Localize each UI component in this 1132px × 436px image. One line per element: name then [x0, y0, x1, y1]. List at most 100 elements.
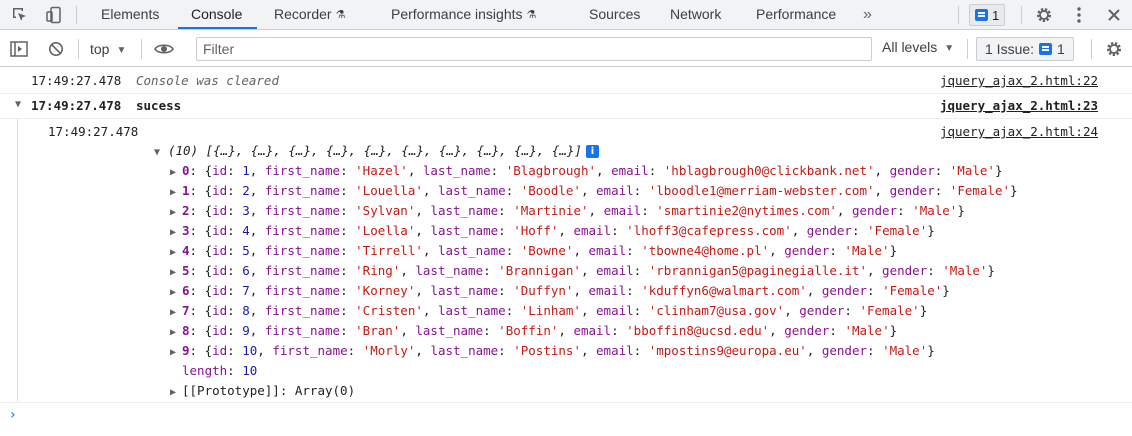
- key-gender: gender: [851, 203, 898, 218]
- value-gender: 'Male': [882, 343, 928, 358]
- key-last-name: last_name: [430, 343, 499, 358]
- list-item[interactable]: ▶ 8: {id: 9, first_name: 'Bran', last_nam…: [170, 323, 897, 338]
- value-id: 9: [242, 323, 250, 338]
- list-item[interactable]: ▶ 1: {id: 2, first_name: 'Louella', last_…: [170, 183, 1018, 198]
- tab-performance[interactable]: Performance: [756, 0, 836, 30]
- value-first-name: 'Tirrell': [355, 243, 423, 258]
- key-email: email: [596, 303, 634, 318]
- value-email: 'lboodle1@merriam-webster.com': [648, 183, 875, 198]
- eye-icon[interactable]: [153, 38, 175, 60]
- source-link[interactable]: jquery_ajax_2.html:23: [940, 98, 1098, 113]
- tab-recorder-label: Recorder: [274, 6, 332, 22]
- value-email: 'rbrannigan5@paginegialle.it': [648, 263, 867, 278]
- tabbar-divider: [76, 6, 77, 24]
- tab-recorder[interactable]: Recorder ⚗: [274, 0, 345, 30]
- key-first-name: first_name: [264, 183, 341, 198]
- tab-network[interactable]: Network: [670, 0, 721, 30]
- expand-triangle-icon: ▶: [170, 287, 177, 298]
- tab-sources[interactable]: Sources: [589, 0, 640, 30]
- tab-performance-insights[interactable]: Performance insights ⚗: [391, 0, 536, 30]
- clear-console-icon[interactable]: [45, 38, 67, 60]
- value-first-name: 'Korney': [355, 283, 416, 298]
- list-item[interactable]: ▶ 5: {id: 6, first_name: 'Ring', last_nam…: [170, 263, 995, 278]
- key-id: id: [212, 263, 228, 278]
- source-link[interactable]: jquery_ajax_2.html:22: [940, 73, 1098, 88]
- entry-index: 0: [182, 163, 190, 178]
- key-first-name: first_name: [264, 243, 341, 258]
- filter-input[interactable]: Filter: [196, 37, 872, 61]
- value-last-name: 'Brannigan': [498, 263, 581, 278]
- list-item[interactable]: ▶ 7: {id: 8, first_name: 'Cristen', last_…: [170, 303, 927, 318]
- array-prototype[interactable]: ▶ [[Prototype]]: Array(0): [170, 383, 355, 398]
- sidebar-toggle-icon[interactable]: [8, 38, 30, 60]
- expand-triangle-icon[interactable]: ▼: [15, 99, 29, 110]
- value-gender: 'Male': [942, 263, 988, 278]
- context-selector[interactable]: top ▼: [90, 39, 126, 59]
- list-item[interactable]: ▶ 2: {id: 3, first_name: 'Sylvan', last_n…: [170, 203, 965, 218]
- console-prompt-icon[interactable]: ›: [10, 407, 16, 423]
- log-levels-dropdown[interactable]: All levels ▼: [882, 39, 954, 55]
- value-last-name: 'Linham': [520, 303, 581, 318]
- tabbar-divider: [958, 6, 959, 24]
- value-gender: 'Female': [867, 223, 928, 238]
- entry-index: 1: [182, 183, 190, 198]
- issues-counter-button[interactable]: 1: [969, 4, 1006, 26]
- key-email: email: [596, 343, 634, 358]
- tab-performance-insights-label: Performance insights: [391, 6, 523, 22]
- list-item[interactable]: ▶ 0: {id: 1, first_name: 'Hazel', last_na…: [170, 163, 1002, 178]
- value-id: 3: [242, 203, 250, 218]
- array-summary[interactable]: ▼ (10) [{…}, {…}, {…}, {…}, {…}, {…}, {…}…: [154, 143, 599, 158]
- key-first-name: first_name: [264, 263, 341, 278]
- list-item[interactable]: ▶ 9: {id: 10, first_name: 'Morly', last_n…: [170, 343, 935, 358]
- value-first-name: 'Bran': [355, 323, 401, 338]
- value-first-name: 'Cristen': [355, 303, 423, 318]
- gear-icon[interactable]: [1033, 4, 1055, 26]
- value-gender: 'Female': [882, 283, 943, 298]
- key-gender: gender: [799, 303, 845, 318]
- key-gender: gender: [821, 343, 867, 358]
- key-email: email: [611, 163, 649, 178]
- tab-console[interactable]: Console: [191, 0, 242, 30]
- kebab-menu-icon[interactable]: [1068, 4, 1090, 26]
- expand-triangle-icon: ▶: [170, 327, 177, 338]
- gear-icon[interactable]: [1103, 38, 1125, 60]
- close-icon[interactable]: [1103, 4, 1125, 26]
- entry-index: 6: [182, 283, 190, 298]
- device-toolbar-icon[interactable]: [43, 4, 65, 26]
- tabbar-divider: [1021, 6, 1022, 24]
- key-last-name: last_name: [430, 203, 499, 218]
- key-last-name: last_name: [437, 243, 506, 258]
- toolbar-divider: [141, 39, 142, 59]
- key-email: email: [573, 323, 612, 338]
- list-item[interactable]: ▶ 4: {id: 5, first_name: 'Tirrell', last_…: [170, 243, 897, 258]
- expand-triangle-icon: ▶: [170, 207, 177, 218]
- source-link[interactable]: jquery_ajax_2.html:24: [940, 124, 1098, 139]
- value-email: 'lhoff3@cafepress.com': [626, 223, 792, 238]
- info-icon[interactable]: i: [585, 145, 599, 158]
- value-last-name: 'Blagbrough': [505, 163, 597, 178]
- issues-button[interactable]: 1 Issue: 1: [976, 37, 1074, 61]
- expand-triangle-icon: ▶: [170, 187, 177, 198]
- list-item[interactable]: ▶ 3: {id: 4, first_name: 'Loella', last_n…: [170, 223, 935, 238]
- tab-elements[interactable]: Elements: [101, 0, 159, 30]
- value-email: 'mpostins9@europa.eu': [648, 343, 807, 358]
- key-first-name: first_name: [264, 223, 341, 238]
- inspect-element-icon[interactable]: [9, 4, 31, 26]
- list-item[interactable]: ▶ 6: {id: 7, first_name: 'Korney', last_n…: [170, 283, 950, 298]
- value-email: 'smartinie2@nytimes.com': [656, 203, 837, 218]
- key-gender: gender: [784, 243, 830, 258]
- issues-counter-value: 1: [992, 7, 1000, 23]
- more-tabs-button[interactable]: »: [863, 0, 872, 30]
- key-first-name: first_name: [264, 203, 341, 218]
- issue-message-icon: [1039, 43, 1053, 55]
- message-divider: [0, 402, 1132, 403]
- key-last-name: last_name: [415, 323, 484, 338]
- value-id: 7: [242, 283, 250, 298]
- key-first-name: first_name: [272, 343, 348, 358]
- key-email: email: [596, 263, 634, 278]
- key-id: id: [212, 283, 228, 298]
- key-first-name: first_name: [264, 323, 341, 338]
- value-id: 4: [242, 223, 250, 238]
- key-id: id: [212, 223, 228, 238]
- value-first-name: 'Louella': [355, 183, 423, 198]
